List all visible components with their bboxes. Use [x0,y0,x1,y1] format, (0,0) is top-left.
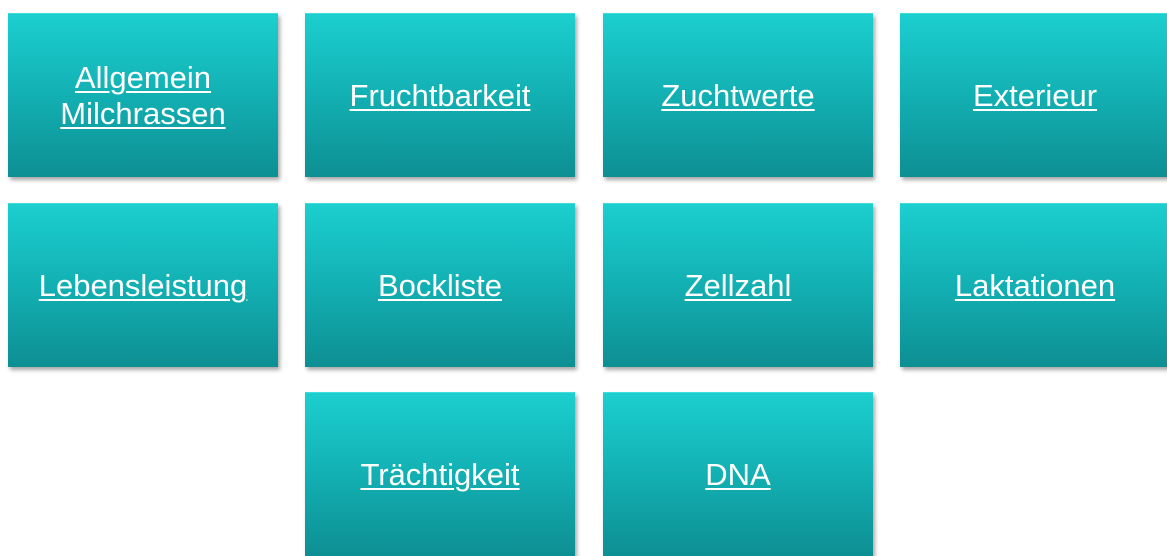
link-laktationen[interactable]: Laktationen [955,268,1115,304]
link-fruchtbarkeit[interactable]: Fruchtbarkeit [350,78,531,114]
link-lebensleistung[interactable]: Lebensleistung [39,268,248,304]
link-traechtigkeit[interactable]: Trächtigkeit [360,457,519,493]
tile-zuchtwerte[interactable]: Zuchtwerte [603,13,873,177]
link-zuchtwerte[interactable]: Zuchtwerte [661,78,814,114]
tile-zellzahl[interactable]: Zellzahl [603,203,873,367]
link-allgemein-milchrassen[interactable]: Allgemein Milchrassen [60,60,225,132]
tile-exterieur[interactable]: Exterieur [900,13,1167,177]
tile-bockliste[interactable]: Bockliste [305,203,575,367]
tile-dna[interactable]: DNA [603,392,873,556]
tile-traechtigkeit[interactable]: Trächtigkeit [305,392,575,556]
link-bockliste[interactable]: Bockliste [378,268,502,304]
tile-laktationen[interactable]: Laktationen [900,203,1167,367]
link-zellzahl[interactable]: Zellzahl [685,268,792,304]
tile-fruchtbarkeit[interactable]: Fruchtbarkeit [305,13,575,177]
tile-allgemein-milchrassen[interactable]: Allgemein Milchrassen [8,13,278,177]
link-dna[interactable]: DNA [705,457,770,493]
link-exterieur[interactable]: Exterieur [973,78,1097,114]
tile-lebensleistung[interactable]: Lebensleistung [8,203,278,367]
